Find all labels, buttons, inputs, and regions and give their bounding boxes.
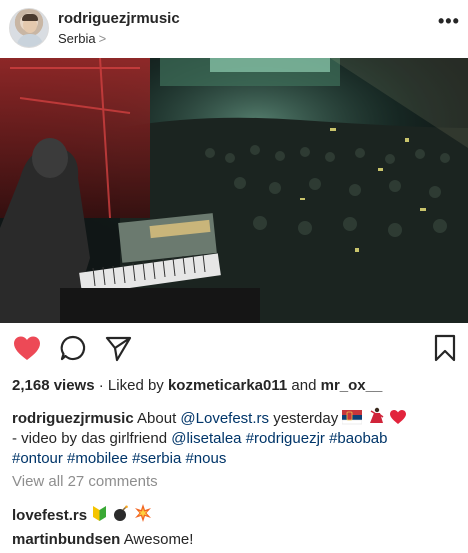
caption-text-3: - video by das girlfriend [12,430,168,447]
views-and-likes: 2,168 views · Liked by kozmeticarka011 a… [12,377,382,394]
hashtag-serbia[interactable]: #serbia [132,450,181,467]
mention-lovefest[interactable]: @Lovefest.rs [180,410,269,427]
view-all-comments-link[interactable]: View all 27 comments [12,473,158,490]
collision-icon [134,504,151,522]
post-location[interactable]: Serbia > [58,31,106,46]
red-heart-icon [389,410,406,424]
hashtag-ontour[interactable]: #ontour [12,450,63,467]
save-button[interactable] [430,333,460,363]
avatar[interactable] [9,8,49,48]
paper-plane-icon [105,336,132,362]
more-options-button[interactable]: ••• [438,11,460,31]
bookmark-icon [434,334,456,362]
liked-by-user-2[interactable]: mr_ox__ [321,377,383,394]
location-label: Serbia [58,31,96,46]
comment-username[interactable]: martinbundsen [12,531,120,548]
caption-text-2: yesterday [273,410,339,427]
bomb-icon [114,505,129,521]
comment-button[interactable] [58,333,88,363]
heart-filled-icon [14,336,40,360]
comment-text: Awesome! [123,531,194,548]
like-button[interactable] [12,333,42,363]
separator: · [98,377,104,394]
caption-username[interactable]: rodriguezjrmusic [12,410,134,427]
action-bar [0,333,468,365]
comment-bubble-icon [60,335,86,361]
liked-by-and: and [291,377,317,394]
post-header: rodriguezjrmusic Serbia > ••• [0,0,468,58]
liked-by-user[interactable]: kozmeticarka011 [168,377,287,394]
share-button[interactable] [103,333,133,363]
liked-by-prefix: Liked by [107,377,164,394]
post-video[interactable] [0,58,468,323]
post-username[interactable]: rodriguezjrmusic [58,10,180,27]
chevron-right-icon: > [98,31,107,46]
hashtag-baobab[interactable]: #baobab [329,430,387,447]
concert-video-frame [0,58,468,323]
dancer-icon [369,407,384,423]
beginner-symbol-icon [93,506,107,521]
comment-item: martinbundsen Awesome! [12,531,193,548]
caption-text-1: About [137,410,177,427]
post-caption: rodriguezjrmusic About @Lovefest.rs yest… [12,407,460,469]
comment-item: lovefest.rs [12,504,152,524]
more-horizontal-icon: ••• [438,11,460,31]
view-count[interactable]: 2,168 views [12,377,95,394]
hashtag-mobilee[interactable]: #mobilee [67,450,128,467]
serbia-flag-icon [342,410,363,425]
mention-lisetalea[interactable]: @lisetalea [171,430,241,447]
comment-username[interactable]: lovefest.rs [12,507,87,524]
hashtag-rodriguezjr[interactable]: #rodriguezjr [246,430,325,447]
hashtag-nous[interactable]: #nous [185,450,226,467]
